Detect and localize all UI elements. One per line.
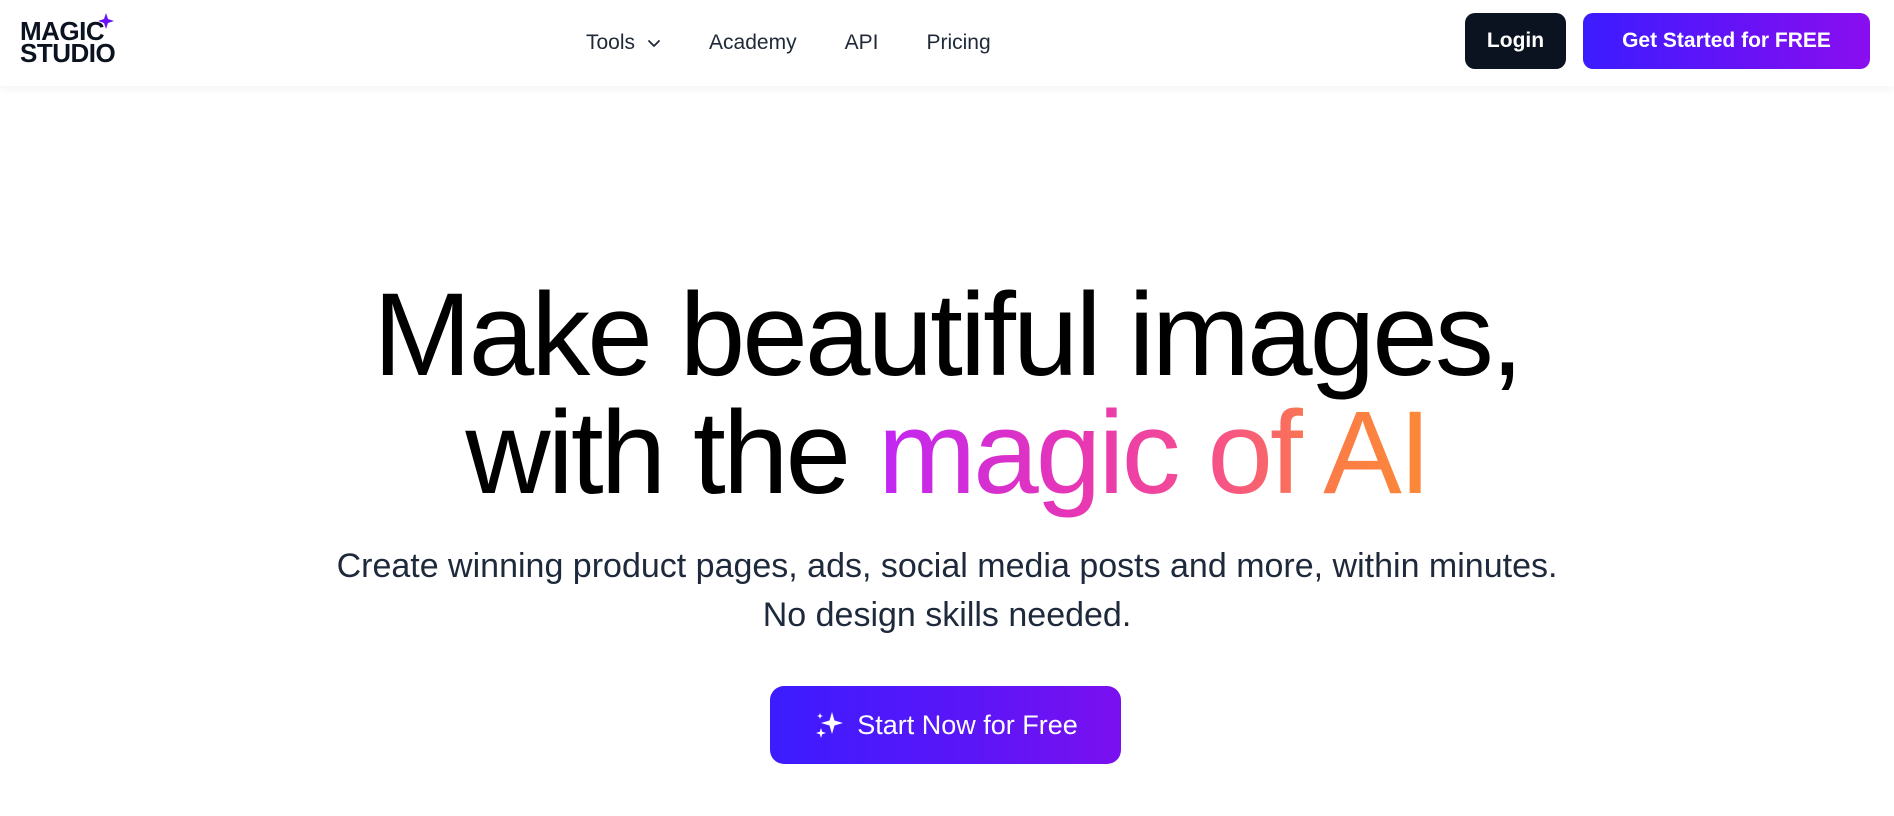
hero-subtitle-line1: Create winning product pages, ads, socia… — [336, 547, 1558, 585]
sparkle-icon — [98, 13, 114, 29]
hero-title-line1: Make beautiful images, — [373, 269, 1523, 401]
nav-item-pricing[interactable]: Pricing — [926, 31, 990, 55]
start-now-button[interactable]: Start Now for Free — [770, 686, 1121, 764]
hero-subtitle-line2: No design skills needed. — [762, 596, 1132, 634]
sparkle-icon — [816, 712, 844, 738]
main-nav: Tools Academy API Pricing — [586, 26, 991, 60]
nav-item-tools[interactable]: Tools — [586, 31, 661, 55]
hero-title-plain: with the — [465, 387, 878, 519]
logo-text-line2: STUDIO — [20, 38, 116, 68]
chevron-down-icon — [648, 40, 660, 47]
nav-item-label: Tools — [586, 31, 636, 54]
get-started-button[interactable]: Get Started for FREE — [1583, 13, 1870, 69]
hero-title: Make beautiful images, with the magic of… — [0, 276, 1894, 512]
login-button[interactable]: Login — [1465, 13, 1566, 69]
start-now-label: Start Now for Free — [857, 709, 1078, 740]
hero-section: Make beautiful images, with the magic of… — [0, 86, 1894, 816]
hero-title-highlight: magic of AI — [877, 387, 1432, 519]
site-header: MAGIC STUDIO Tools Academy API Pricing L… — [0, 0, 1894, 86]
magic-studio-logo[interactable]: MAGIC STUDIO — [20, 13, 120, 72]
hero-title-line2: with the magic of AI — [0, 394, 1894, 512]
nav-item-academy[interactable]: Academy — [709, 31, 797, 55]
hero-subtitle: Create winning product pages, ads, socia… — [0, 542, 1894, 640]
nav-item-api[interactable]: API — [845, 31, 879, 55]
